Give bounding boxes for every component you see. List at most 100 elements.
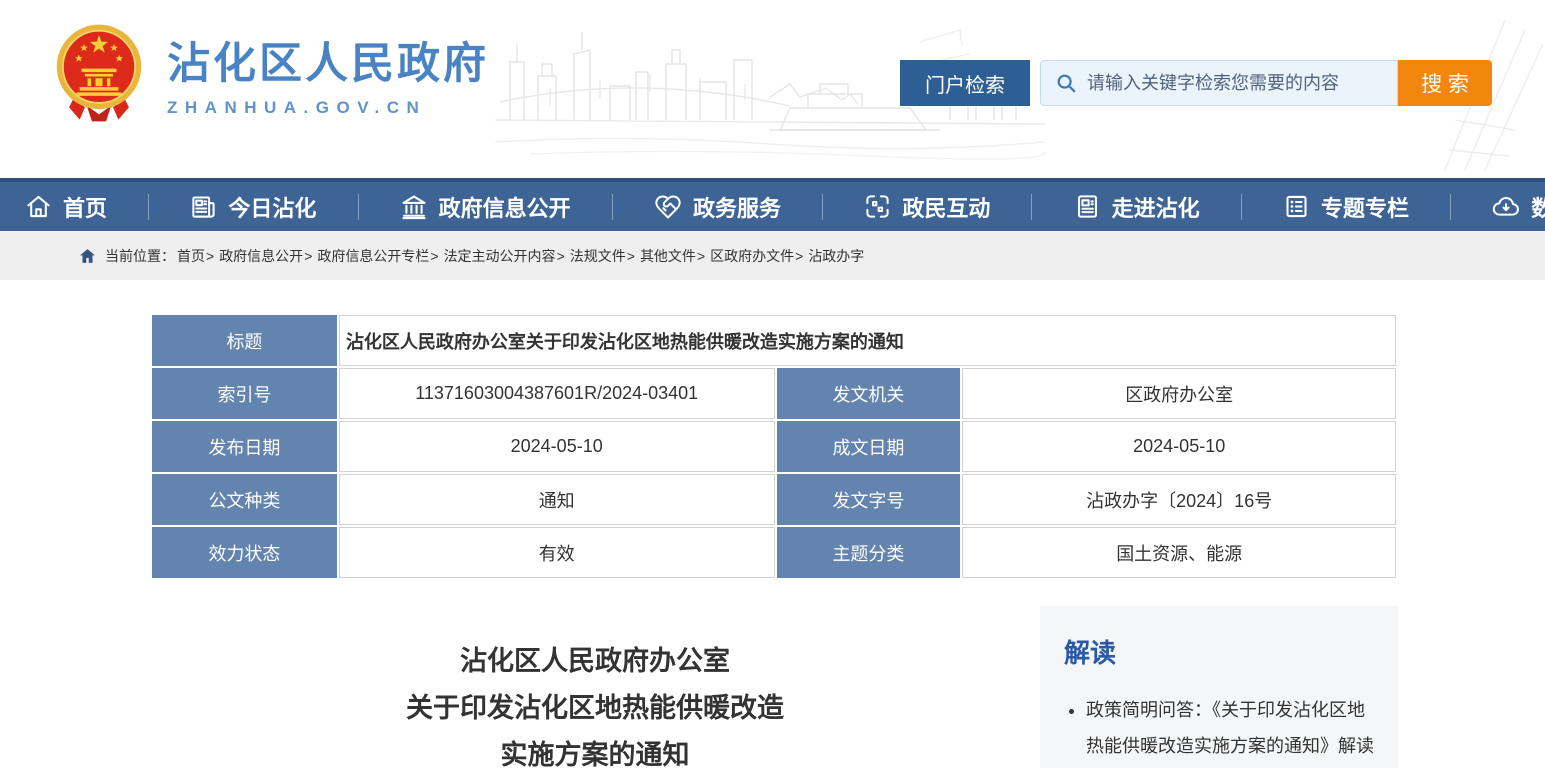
article-title-line: 沾化区人民政府办公室 xyxy=(150,638,1040,685)
nav-separator xyxy=(148,194,149,220)
brand-text: 沾化区人民政府 ZHANHUA.GOV.CN xyxy=(167,29,489,118)
list-icon xyxy=(1283,193,1310,220)
breadcrumb-item[interactable]: 法规文件 xyxy=(570,246,626,266)
interaction-icon xyxy=(864,193,891,220)
table-row: 效力状态 有效 主题分类 国土资源、能源 xyxy=(152,527,1396,578)
table-row: 索引号 11371603004387601R/2024-03401 发文机关 区… xyxy=(152,368,1396,419)
main-nav: 首页 今日沾化 政府信息公开 xyxy=(0,178,1545,231)
doc-number-value: 沾政办字〔2024〕16号 xyxy=(962,474,1396,525)
issuing-agency-label: 发文机关 xyxy=(777,368,961,419)
breadcrumb-prefix: 当前位置： xyxy=(105,246,175,266)
page: 沾化区人民政府 ZHANHUA.GOV.CN 门户检索 搜 索 首页 xyxy=(0,0,1545,768)
home-icon xyxy=(25,193,52,220)
national-emblem-logo xyxy=(55,22,143,124)
nav-label: 首页 xyxy=(63,191,107,223)
site-header: 沾化区人民政府 ZHANHUA.GOV.CN 门户检索 搜 索 xyxy=(0,0,1545,178)
breadcrumb-separator: > xyxy=(795,248,803,264)
article-title-line: 关于印发沾化区地热能供暖改造 xyxy=(150,685,1040,732)
search-input[interactable] xyxy=(1087,73,1397,94)
interpretation-panel: 解读 政策简明问答：《关于印发沾化区地热能供暖改造实施方案的通知》解读 xyxy=(1040,606,1398,768)
nav-item-interaction[interactable]: 政民互动 xyxy=(864,191,990,223)
nav-label: 专题专栏 xyxy=(1321,191,1409,223)
nav-separator xyxy=(1031,194,1032,220)
nav-item-home[interactable]: 首页 xyxy=(25,191,107,223)
site-title: 沾化区人民政府 xyxy=(167,29,489,91)
nav-separator xyxy=(612,194,613,220)
breadcrumb-separator: > xyxy=(557,248,565,264)
nav-separator xyxy=(822,194,823,220)
breadcrumb-item[interactable]: 政府信息公开 xyxy=(219,246,303,266)
breadcrumb-item[interactable]: 其他文件 xyxy=(640,246,696,266)
nav-label: 政民互动 xyxy=(902,191,990,223)
heart-handshake-icon xyxy=(654,193,682,221)
title-label-cell: 标题 xyxy=(152,315,337,366)
nav-item-gov-info[interactable]: 政府信息公开 xyxy=(400,191,571,223)
search-submit-button[interactable]: 搜 索 xyxy=(1398,60,1492,106)
nav-item-topics[interactable]: 专题专栏 xyxy=(1283,191,1409,223)
nav-item-services[interactable]: 政务服务 xyxy=(654,191,781,223)
government-building-icon xyxy=(400,193,428,221)
nav-item-open-data[interactable]: 数据开放 xyxy=(1492,191,1545,223)
breadcrumb-separator: > xyxy=(206,248,214,264)
nav-label: 走进沾化 xyxy=(1112,191,1200,223)
doc-type-label: 公文种类 xyxy=(152,474,337,525)
issuing-agency-value: 区政府办公室 xyxy=(962,368,1396,419)
publish-date-label: 发布日期 xyxy=(152,421,337,472)
interpretation-heading: 解读 xyxy=(1064,633,1374,670)
nav-item-today[interactable]: 今日沾化 xyxy=(190,191,316,223)
article-title: 沾化区人民政府办公室 关于印发沾化区地热能供暖改造 实施方案的通知 xyxy=(150,606,1040,768)
nav-separator xyxy=(1450,194,1451,220)
main-content: 标题 沾化区人民政府办公室关于印发沾化区地热能供暖改造实施方案的通知 索引号 1… xyxy=(150,313,1398,768)
newspaper-icon xyxy=(190,193,217,220)
table-row: 发布日期 2024-05-10 成文日期 2024-05-10 xyxy=(152,421,1396,472)
search-area: 门户检索 搜 索 xyxy=(900,60,1492,106)
nav-label: 数据开放 xyxy=(1531,191,1545,223)
breadcrumb-item[interactable]: 区政府办文件 xyxy=(710,246,794,266)
index-number-label: 索引号 xyxy=(152,368,337,419)
nav-label: 今日沾化 xyxy=(228,191,316,223)
portal-search-button[interactable]: 门户检索 xyxy=(900,60,1030,106)
interpretation-link[interactable]: 政策简明问答：《关于印发沾化区地热能供暖改造实施方案的通知》解读 xyxy=(1086,700,1374,756)
body-row: 沾化区人民政府办公室 关于印发沾化区地热能供暖改造 实施方案的通知 解读 政策简… xyxy=(150,606,1398,768)
nav-label: 政府信息公开 xyxy=(439,191,571,223)
interpretation-list: 政策简明问答：《关于印发沾化区地热能供暖改造实施方案的通知》解读 xyxy=(1064,692,1374,764)
doc-number-label: 发文字号 xyxy=(777,474,961,525)
list-item: 政策简明问答：《关于印发沾化区地热能供暖改造实施方案的通知》解读 xyxy=(1086,692,1374,764)
table-row: 公文种类 通知 发文字号 沾政办字〔2024〕16号 xyxy=(152,474,1396,525)
table-row: 标题 沾化区人民政府办公室关于印发沾化区地热能供暖改造实施方案的通知 xyxy=(152,315,1396,366)
site-brand[interactable]: 沾化区人民政府 ZHANHUA.GOV.CN xyxy=(55,22,489,124)
nav-item-about[interactable]: 走进沾化 xyxy=(1074,191,1200,223)
breadcrumb-item[interactable]: 法定主动公开内容 xyxy=(444,246,556,266)
search-icon xyxy=(1055,72,1077,94)
nav-separator xyxy=(358,194,359,220)
breadcrumb-item[interactable]: 首页 xyxy=(177,246,205,266)
subject-category-label: 主题分类 xyxy=(777,527,961,578)
article-column: 沾化区人民政府办公室 关于印发沾化区地热能供暖改造 实施方案的通知 xyxy=(150,606,1040,768)
cloud-download-icon xyxy=(1492,193,1520,221)
breadcrumb-item[interactable]: 政府信息公开专栏 xyxy=(317,246,429,266)
home-small-icon xyxy=(80,249,95,263)
breadcrumb-separator: > xyxy=(304,248,312,264)
breadcrumb-separator: > xyxy=(627,248,635,264)
search-box xyxy=(1040,60,1398,106)
breadcrumb-separator: > xyxy=(430,248,438,264)
validity-label: 效力状态 xyxy=(152,527,337,578)
subject-category-value: 国土资源、能源 xyxy=(962,527,1396,578)
publish-date-value: 2024-05-10 xyxy=(339,421,775,472)
written-date-value: 2024-05-10 xyxy=(962,421,1396,472)
nav-separator xyxy=(1241,194,1242,220)
site-domain: ZHANHUA.GOV.CN xyxy=(167,98,489,118)
breadcrumb-separator: > xyxy=(697,248,705,264)
document-icon xyxy=(1074,193,1101,220)
index-number-value: 11371603004387601R/2024-03401 xyxy=(339,368,775,419)
validity-value: 有效 xyxy=(339,527,775,578)
nav-label: 政务服务 xyxy=(693,191,781,223)
breadcrumb-item[interactable]: 沾政办字 xyxy=(808,246,864,266)
doc-type-value: 通知 xyxy=(339,474,775,525)
document-metadata-table: 标题 沾化区人民政府办公室关于印发沾化区地热能供暖改造实施方案的通知 索引号 1… xyxy=(150,313,1398,580)
article-title-line: 实施方案的通知 xyxy=(150,732,1040,768)
written-date-label: 成文日期 xyxy=(777,421,961,472)
breadcrumb: 当前位置： 首页> 政府信息公开> 政府信息公开专栏> 法定主动公开内容> 法规… xyxy=(0,231,1545,280)
title-value-cell: 沾化区人民政府办公室关于印发沾化区地热能供暖改造实施方案的通知 xyxy=(339,315,1396,366)
nav-inner: 首页 今日沾化 政府信息公开 xyxy=(0,182,1545,231)
